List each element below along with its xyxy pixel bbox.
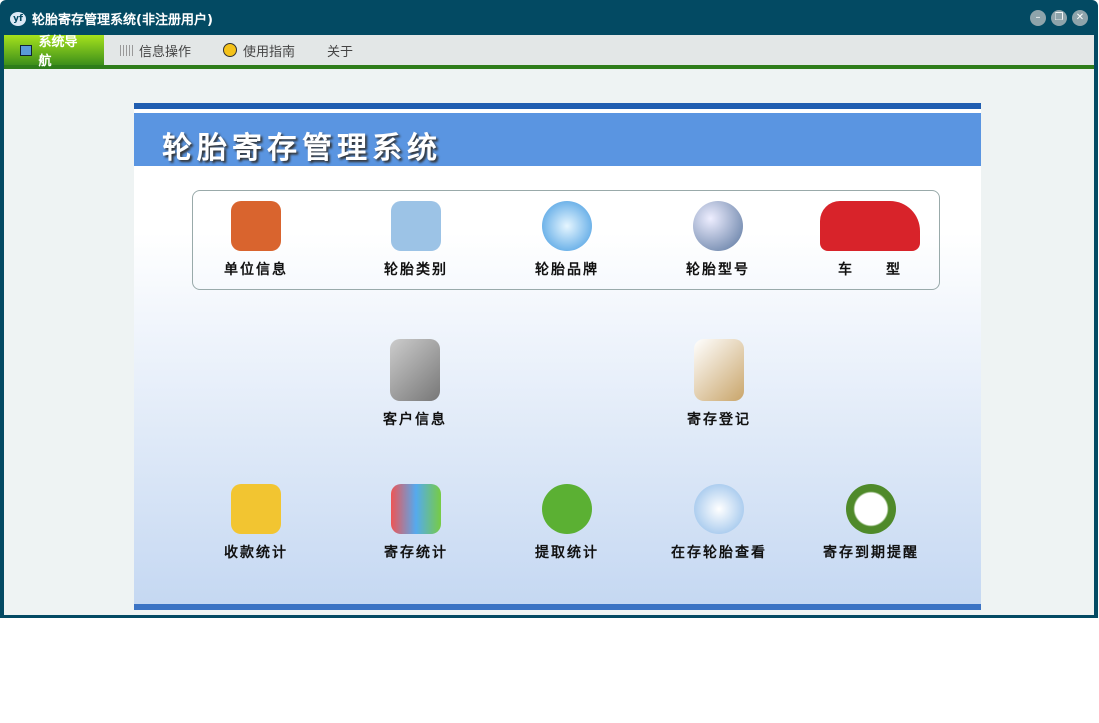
tire-category-button[interactable]: 轮胎类别	[356, 201, 476, 279]
payment-stats-button[interactable]: 收款统计	[196, 484, 316, 562]
nav-panel: 轮胎寄存管理系统 单位信息 轮胎类别 轮胎品牌 轮胎型号 车 型 客户信息 寄存…	[134, 103, 981, 610]
tab-system-nav[interactable]: 系统导航	[4, 35, 104, 69]
help-icon	[223, 43, 238, 57]
customer-info-button[interactable]: 客户信息	[355, 339, 475, 429]
people-chart-icon	[391, 484, 441, 534]
tab-label: 系统导航	[38, 35, 78, 69]
magnifier-icon	[694, 484, 744, 534]
grid-icon	[120, 44, 133, 56]
app-window: yf 轮胎寄存管理系统(非注册用户) – ❐ ✕ 系统导航 信息操作 使用指南 关…	[0, 0, 1098, 618]
window-title: 轮胎寄存管理系统(非注册用户)	[32, 13, 213, 28]
label: 在存轮胎查看	[671, 545, 767, 561]
label: 轮胎品牌	[535, 262, 599, 278]
house-icon	[231, 201, 281, 251]
banner-title: 轮胎寄存管理系统	[162, 131, 442, 166]
tab-label: 关于	[327, 44, 354, 60]
title-bar: yf 轮胎寄存管理系统(非注册用户)	[10, 9, 213, 28]
label: 单位信息	[224, 262, 288, 278]
label: 轮胎型号	[686, 262, 750, 278]
tab-info-ops[interactable]: 信息操作	[104, 35, 207, 65]
coins-icon	[231, 484, 281, 534]
car-type-button[interactable]: 车 型	[810, 201, 930, 279]
alarm-clock-icon	[846, 484, 896, 534]
pickup-stats-button[interactable]: 提取统计	[507, 484, 627, 562]
unit-info-button[interactable]: 单位信息	[196, 201, 316, 279]
person-bag-icon	[542, 484, 592, 534]
label: 收款统计	[224, 545, 288, 561]
tab-label: 信息操作	[139, 44, 192, 60]
banner: 轮胎寄存管理系统	[134, 113, 981, 166]
folder-icon	[391, 201, 441, 251]
person-pen-icon	[694, 339, 744, 401]
stored-tires-view-button[interactable]: 在存轮胎查看	[654, 484, 784, 562]
storage-stats-button[interactable]: 寄存统计	[356, 484, 476, 562]
tab-label: 使用指南	[243, 44, 296, 60]
sphere-icon	[693, 201, 743, 251]
storage-register-button[interactable]: 寄存登记	[659, 339, 779, 429]
tab-guide[interactable]: 使用指南	[207, 35, 311, 65]
car-icon	[820, 201, 920, 251]
monitor-icon	[20, 44, 33, 56]
label: 轮胎类别	[384, 262, 448, 278]
label: 寄存到期提醒	[823, 545, 919, 561]
menu-bar: 系统导航 信息操作 使用指南 关于	[4, 35, 1094, 69]
label: 提取统计	[535, 545, 599, 561]
label: 寄存统计	[384, 545, 448, 561]
restore-button[interactable]: ❐	[1051, 10, 1067, 26]
globe-car-icon	[542, 201, 592, 251]
label: 寄存登记	[687, 412, 751, 428]
tab-about[interactable]: 关于	[311, 35, 369, 65]
minimize-button[interactable]: –	[1030, 10, 1046, 26]
close-button[interactable]: ✕	[1072, 10, 1088, 26]
label: 车 型	[838, 262, 902, 278]
client-area: 系统导航 信息操作 使用指南 关于 轮胎寄存管理系统 单位信息 轮胎类别 轮胎品…	[4, 35, 1094, 615]
label: 客户信息	[383, 412, 447, 428]
person-icon	[390, 339, 440, 401]
tire-model-button[interactable]: 轮胎型号	[658, 201, 778, 279]
app-logo-icon: yf	[10, 11, 26, 26]
tire-brand-button[interactable]: 轮胎品牌	[507, 201, 627, 279]
expiry-reminder-button[interactable]: 寄存到期提醒	[806, 484, 936, 562]
